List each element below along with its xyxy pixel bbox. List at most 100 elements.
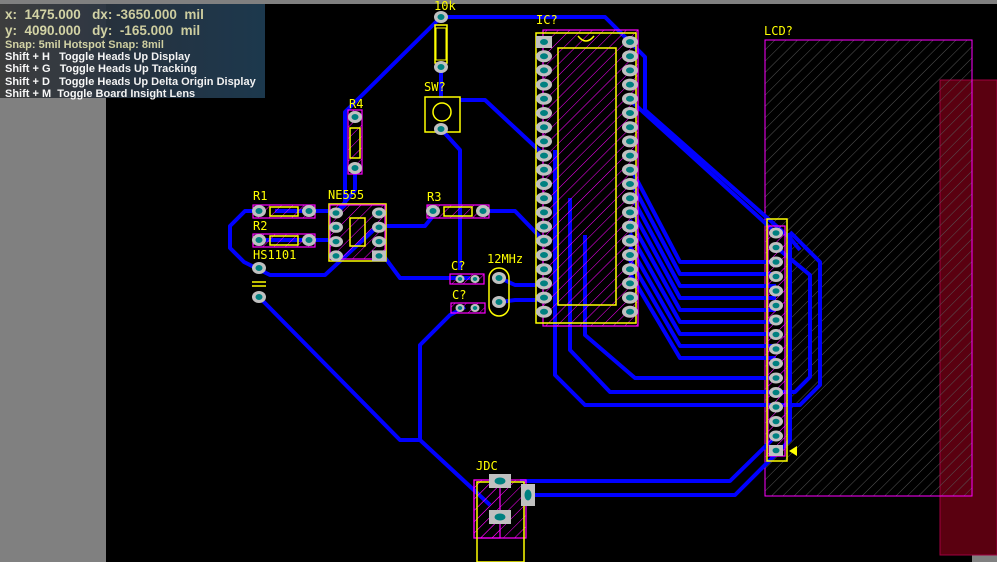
pad-hole: [540, 39, 548, 45]
jdc-footprint[interactable]: [473, 479, 527, 539]
pad-hole: [472, 306, 478, 310]
pad-hole: [772, 389, 780, 396]
pad-hole: [540, 280, 548, 287]
pad-hole: [540, 81, 548, 88]
pad-hole: [540, 223, 548, 230]
pad-hole: [351, 114, 359, 120]
pad-hole: [494, 477, 506, 485]
pad-hole: [332, 224, 340, 231]
pad-hole: [772, 302, 780, 309]
pad-hole: [524, 489, 532, 501]
pad-hole: [495, 299, 503, 305]
pad-hole: [772, 418, 780, 425]
pad-hole: [772, 331, 780, 338]
label-c1: C?: [451, 259, 466, 273]
pad-hole: [495, 275, 503, 281]
pad-hole: [626, 39, 634, 45]
pad-hole: [626, 294, 634, 301]
board-area-right: [972, 4, 997, 80]
pad-hole: [626, 252, 634, 258]
pad-hole: [626, 67, 634, 74]
pad-hole: [626, 152, 634, 159]
pad-hole: [540, 110, 548, 116]
pad-hole: [772, 230, 780, 236]
pad-hole: [626, 138, 634, 145]
label-12mhz: 12MHz: [487, 252, 524, 266]
pad-hole: [626, 308, 634, 315]
pad-hole: [626, 166, 634, 173]
pad-hole: [626, 195, 634, 202]
hud-shortcut: Shift + M Toggle Board Insight Lens: [5, 87, 196, 100]
pad-hole: [772, 433, 780, 439]
pad-hole: [305, 208, 313, 214]
pad-hole: [375, 224, 383, 231]
hud-shortcut: Shift + G Toggle Heads Up Tracking: [5, 63, 198, 76]
pad-hole: [540, 152, 548, 159]
label-c2: C?: [452, 288, 467, 302]
pad-hole: [540, 294, 548, 301]
pad-hole: [540, 67, 548, 74]
pad-hole: [540, 166, 548, 173]
pad-hole: [772, 360, 780, 367]
pad-hole: [375, 253, 383, 259]
pad-hole: [540, 237, 548, 244]
hud-y-coord: y: 4090.000 dy: -165.000 mil: [5, 23, 201, 38]
label-r3: R3: [427, 190, 442, 204]
label-10k: 10k: [434, 0, 456, 13]
label-jdc: JDC: [476, 459, 498, 473]
pad-hole: [626, 209, 634, 216]
hud-snap: Snap: 5mil Hotspot Snap: 8mil: [5, 39, 164, 51]
pad-hole: [437, 14, 445, 20]
pad-hole: [626, 266, 634, 273]
pad-hole: [626, 124, 634, 131]
label-sw: SW?: [424, 80, 446, 94]
pad-hole: [772, 259, 780, 265]
pad-hole: [540, 308, 548, 315]
pad-hole: [375, 238, 383, 245]
pad-hole: [626, 181, 634, 187]
pad-hole: [375, 210, 383, 216]
pad-hole: [540, 95, 548, 102]
pad-hole: [540, 195, 548, 202]
pad-hole: [626, 53, 634, 60]
label-lcd: LCD?: [764, 24, 793, 38]
pad-hole: [626, 81, 634, 88]
pad-hole: [772, 288, 780, 294]
label-hs1101: HS1101: [253, 248, 297, 262]
pad-hole: [626, 280, 634, 287]
pad-hole: [332, 253, 340, 259]
pad-hole: [494, 513, 506, 521]
pad-hole: [772, 375, 780, 381]
pad-hole: [540, 124, 548, 131]
pad-hole: [351, 165, 359, 171]
pad-hole: [540, 53, 548, 60]
pad-hole: [332, 210, 340, 216]
label-r2: R2: [253, 219, 268, 233]
heads-up-display: x: 1475.000 dx: -3650.000 mil y: 4090.00…: [0, 4, 265, 100]
pad-hole: [540, 181, 548, 187]
pad-hole: [772, 404, 780, 410]
pad-hole: [540, 252, 548, 258]
pad-hole: [437, 64, 445, 70]
pad-hole: [255, 208, 263, 214]
pad-hole: [540, 266, 548, 273]
pad-hole: [457, 277, 463, 281]
lcd-footprint[interactable]: [764, 39, 973, 497]
label-r1: R1: [253, 189, 268, 203]
hud-shortcut: Shift + H Toggle Heads Up Display: [5, 51, 191, 63]
pad-hole: [772, 244, 780, 251]
pad-hole: [472, 277, 478, 281]
pad-hole: [437, 126, 445, 132]
pad-hole: [626, 95, 634, 102]
pad-hole: [626, 110, 634, 116]
pad-hole: [305, 237, 313, 243]
pad-hole: [772, 273, 780, 280]
label-r4: R4: [349, 97, 364, 111]
pad-hole: [457, 306, 463, 310]
pad-hole: [429, 208, 437, 214]
pad-hole: [626, 223, 634, 230]
pad-hole: [626, 237, 634, 244]
pad-hole: [772, 346, 780, 352]
pad-hole: [255, 265, 263, 271]
hud-shortcut: Shift + D Toggle Heads Up Delta Origin D…: [5, 75, 256, 88]
